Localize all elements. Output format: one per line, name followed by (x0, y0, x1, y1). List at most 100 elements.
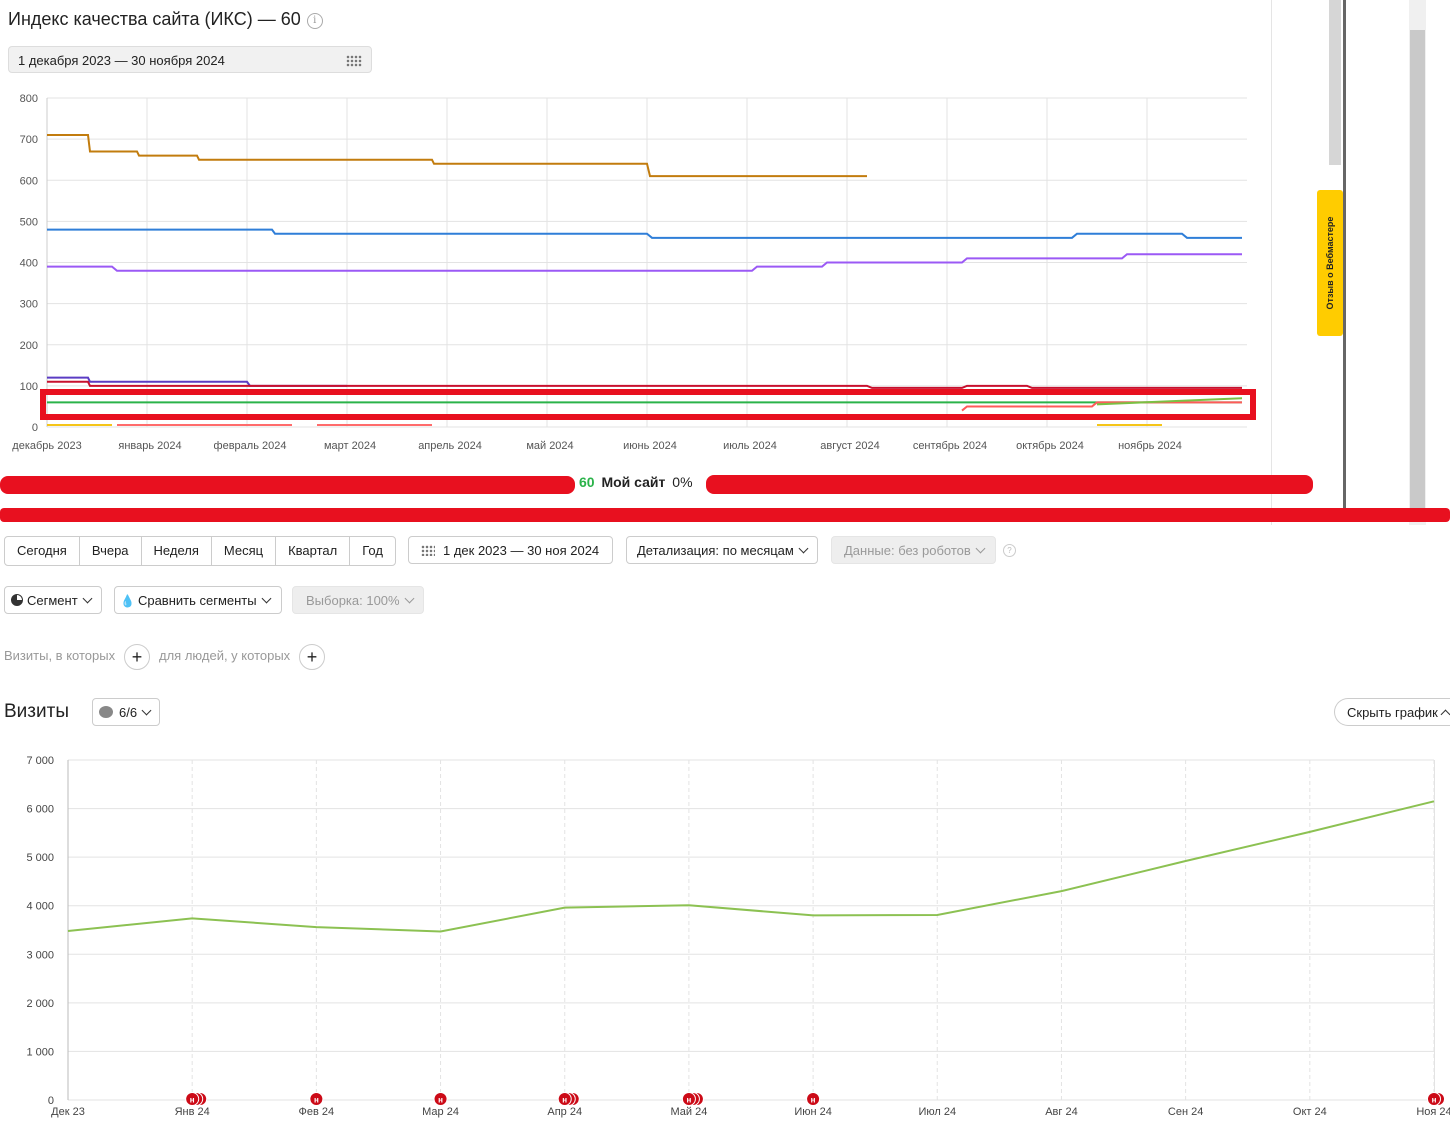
calendar-icon (421, 545, 435, 556)
feedback-tab[interactable]: Отзыв о Вебмастере (1317, 190, 1343, 336)
segment-dropdown[interactable]: Сегмент (4, 586, 102, 614)
legend-my-site[interactable]: 60 Мой сайт 0% (579, 474, 693, 490)
visits-chart: 01 0002 0003 0004 0005 0006 0007 000Дек … (26, 755, 1450, 1118)
annotation-marker: н (1427, 1092, 1445, 1106)
y-tick-label: 0 (32, 422, 38, 434)
hide-chart-label: Скрыть график (1347, 705, 1438, 720)
annotation-label: н (438, 1096, 443, 1105)
x-tick-label: август 2024 (820, 440, 879, 452)
y-tick-label: 600 (20, 175, 38, 187)
annotation-marker: н (557, 1092, 580, 1106)
chevron-down-icon (141, 705, 152, 716)
x-tick-label: март 2024 (324, 440, 376, 452)
period-yesterday[interactable]: Вчера (80, 537, 142, 565)
chevron-down-icon (82, 593, 93, 604)
bubble-icon (99, 706, 113, 718)
period-quarter[interactable]: Квартал (276, 537, 351, 565)
side-panel-divider (1343, 0, 1346, 510)
sample-label: Выборка: 100% (306, 593, 400, 608)
annotation-label: н (686, 1096, 691, 1105)
iks-date-label: 1 декабря 2023 — 30 ноября 2024 (18, 53, 225, 68)
highlight-frame (40, 389, 1256, 420)
chevron-down-icon (975, 543, 986, 554)
period-week[interactable]: Неделя (142, 537, 212, 565)
redaction-bar (0, 476, 575, 494)
x-tick-label: июль 2024 (723, 440, 777, 452)
compare-segments-dropdown[interactable]: 💧 Сравнить сегменты (114, 586, 282, 614)
x-tick-label: апрель 2024 (418, 440, 482, 452)
x-tick-label: Апр 24 (547, 1106, 582, 1118)
chevron-down-icon (404, 593, 415, 604)
y-tick-label: 4 000 (26, 901, 54, 913)
y-tick-label: 6 000 (26, 804, 54, 816)
info-icon[interactable]: i (306, 13, 323, 29)
x-tick-label: декабрь 2023 (12, 440, 81, 452)
feedback-tab-label: Отзыв о Вебмастере (1325, 216, 1335, 310)
hide-chart-button[interactable]: Скрыть график (1334, 698, 1450, 726)
period-year[interactable]: Год (350, 537, 395, 565)
add-people-condition-button[interactable]: + (299, 644, 325, 670)
x-tick-label: Сен 24 (1168, 1106, 1203, 1118)
x-tick-label: Июл 24 (918, 1106, 956, 1118)
y-tick-label: 500 (20, 216, 38, 228)
annotation-marker: н (433, 1092, 448, 1106)
x-tick-label: Янв 24 (175, 1106, 210, 1118)
annotation-label: н (314, 1096, 319, 1105)
y-tick-label: 700 (20, 134, 38, 146)
x-tick-label: январь 2024 (118, 440, 181, 452)
data-filter-dropdown[interactable]: Данные: без роботов (831, 536, 996, 564)
series-toggle-label: 6/6 (119, 705, 138, 720)
calendar-icon (346, 55, 362, 67)
y-tick-label: 1 000 (26, 1046, 54, 1058)
x-tick-label: июнь 2024 (623, 440, 677, 452)
period-today[interactable]: Сегодня (5, 537, 80, 565)
add-visit-condition-button[interactable]: + (124, 644, 150, 670)
sample-dropdown[interactable]: Выборка: 100% (292, 586, 424, 614)
x-tick-label: Окт 24 (1293, 1106, 1327, 1118)
detail-dropdown[interactable]: Детализация: по месяцам (626, 536, 818, 564)
y-tick-label: 3 000 (26, 949, 54, 961)
series-line (67, 800, 1435, 933)
series-line (47, 134, 867, 178)
annotation-marker: н (309, 1092, 324, 1106)
redaction-bar (706, 475, 1313, 494)
people-filter-label: для людей, у которых (159, 648, 291, 663)
compare-label: Сравнить сегменты (137, 593, 257, 608)
page-scrollbar-thumb[interactable] (1410, 30, 1425, 510)
y-tick-label: 800 (20, 93, 38, 105)
annotation-label: н (1432, 1096, 1437, 1105)
period-month[interactable]: Месяц (212, 537, 277, 565)
visits-filter-label: Визиты, в которых (4, 648, 116, 663)
detail-label: Детализация: по месяцам (637, 543, 794, 558)
x-tick-label: Авг 24 (1045, 1106, 1077, 1118)
visits-title: Визиты (4, 701, 69, 722)
series-toggle-button[interactable]: 6/6 (92, 698, 160, 726)
help-icon[interactable]: ? (1003, 544, 1016, 557)
drops-icon: 💧 (120, 594, 135, 608)
iks-date-picker[interactable]: 1 декабря 2023 — 30 ноября 2024 (8, 46, 372, 73)
iks-title-text: Индекс качества сайта (ИКС) — 60 (8, 9, 301, 29)
annotation-label: н (562, 1096, 567, 1105)
x-tick-label: Июн 24 (794, 1106, 832, 1118)
chevron-up-icon (1440, 709, 1450, 720)
side-panel-scroll-thumb[interactable] (1329, 0, 1341, 165)
x-tick-label: Ноя 24 (1416, 1106, 1450, 1118)
data-filter-label: Данные: без роботов (844, 543, 971, 558)
x-tick-label: Фев 24 (299, 1106, 335, 1118)
x-tick-label: Мар 24 (422, 1106, 459, 1118)
series-line (1096, 397, 1243, 406)
x-tick-label: май 2024 (526, 440, 573, 452)
x-tick-label: ноябрь 2024 (1118, 440, 1182, 452)
redaction-bar (0, 508, 1450, 522)
annotation-marker: н (806, 1092, 821, 1106)
legend-value: 60 (579, 474, 595, 490)
date-range-button[interactable]: 1 дек 2023 — 30 ноя 2024 (408, 536, 613, 564)
y-tick-label: 200 (20, 340, 38, 352)
y-tick-label: 400 (20, 258, 38, 270)
annotation-label: н (811, 1096, 816, 1105)
chevron-down-icon (261, 593, 272, 604)
x-tick-label: февраль 2024 (214, 440, 287, 452)
iks-title: Индекс качества сайта (ИКС) — 60 i (8, 9, 323, 30)
x-tick-label: сентябрь 2024 (913, 440, 987, 452)
date-range-label: 1 дек 2023 — 30 ноя 2024 (443, 543, 600, 558)
